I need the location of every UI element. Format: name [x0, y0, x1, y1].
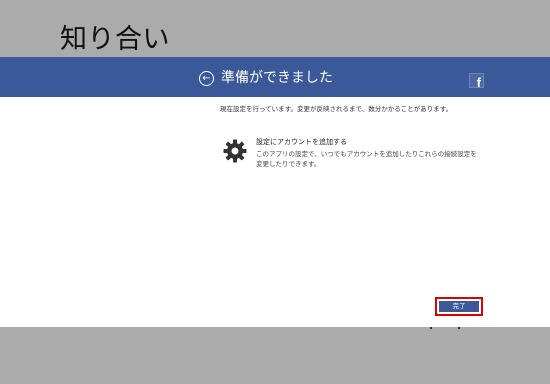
back-arrow-icon[interactable]: ← [199, 71, 214, 86]
dialog-header: ← 準備ができました f [0, 57, 550, 97]
gear-icon [223, 139, 247, 163]
add-account-title: 設定にアカウントを追加する [256, 138, 347, 146]
status-message: 現在設定を行っています。変更が反映されるまで、数分かかることがあります。 [220, 105, 453, 113]
app-title: 知り合い [60, 24, 170, 55]
setup-dialog: ← 準備ができました f 現在設定を行っています。変更が反映されるまで、数分かか… [0, 57, 550, 327]
done-button-highlight: 完了 [435, 297, 483, 316]
dialog-title: 準備ができました [221, 70, 333, 86]
add-account-description: このアプリの設定で、いつでもアカウントを追加したりこれらの接続設定を変更したりで… [256, 150, 477, 168]
facebook-logo-icon: f [469, 73, 484, 88]
decorative-dot [458, 327, 460, 329]
add-account-item: 設定にアカウントを追加する このアプリの設定で、いつでもアカウントを追加したりこ… [223, 137, 483, 177]
done-button[interactable]: 完了 [439, 301, 479, 312]
decorative-dot [430, 327, 432, 329]
